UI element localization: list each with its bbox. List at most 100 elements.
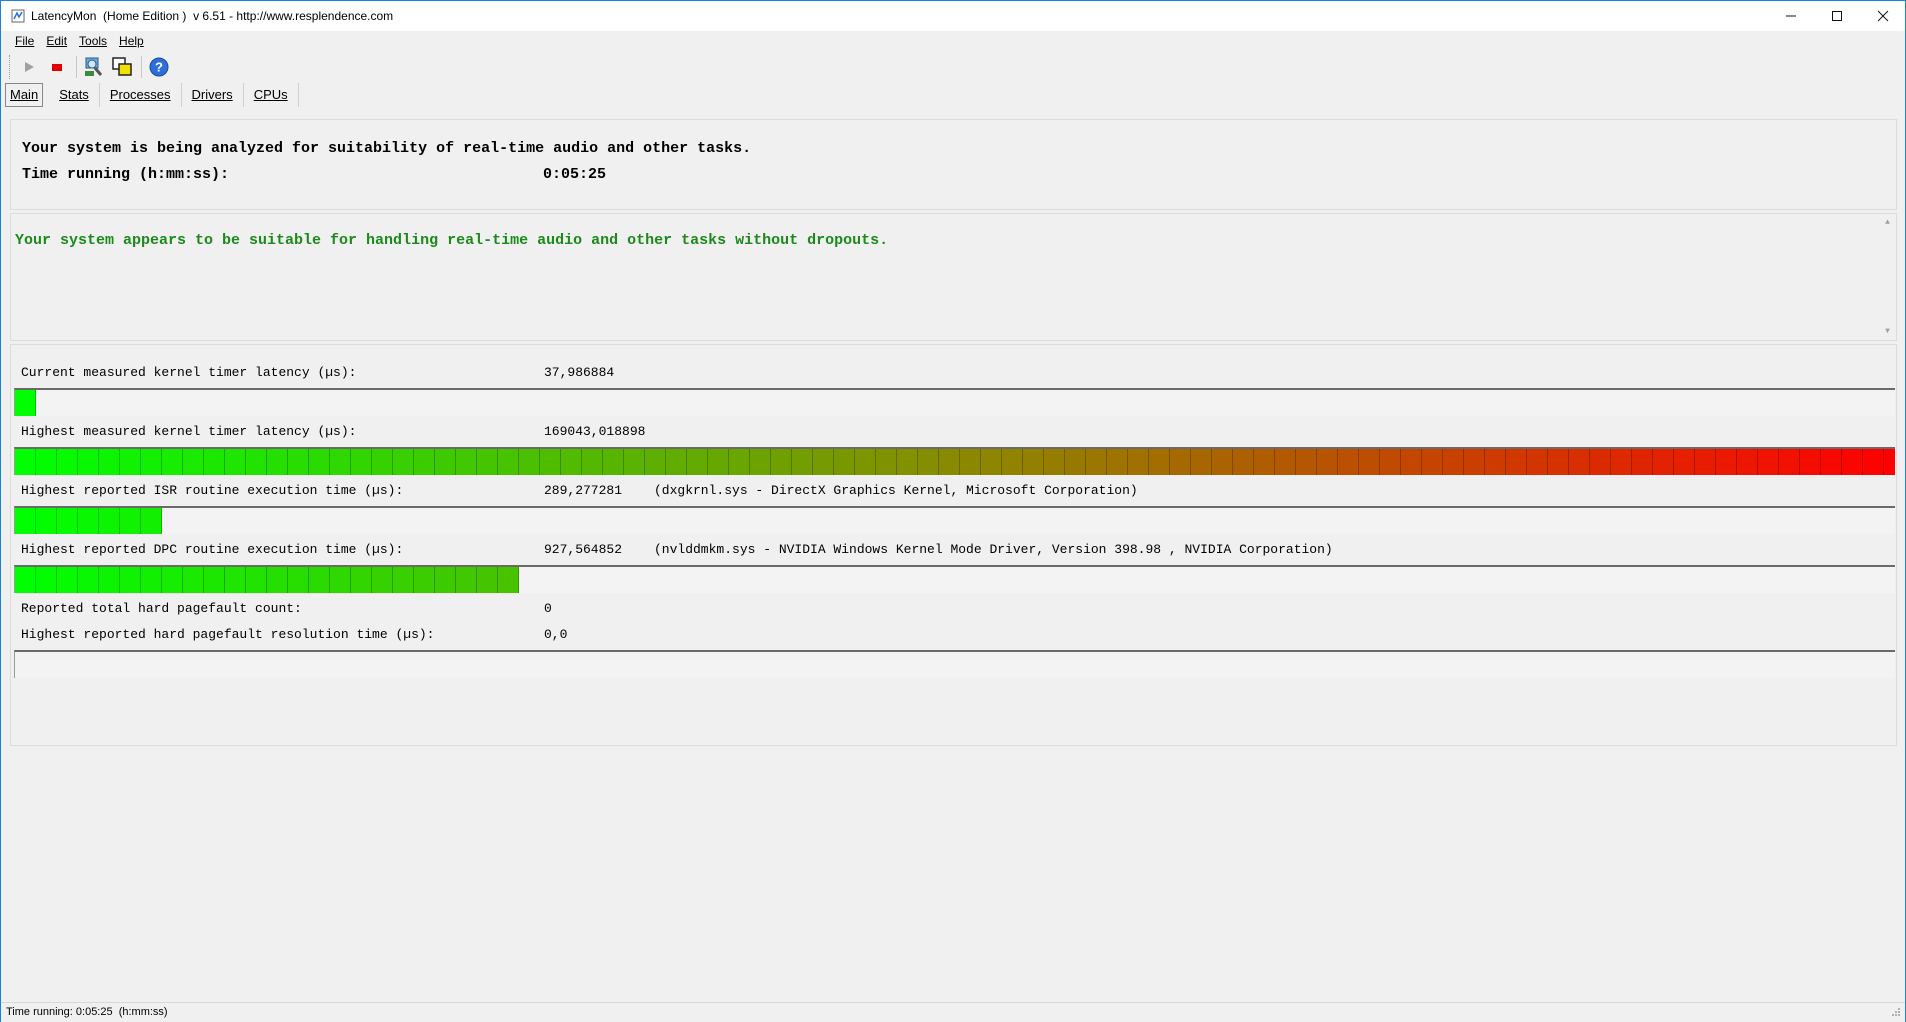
bar-segment [372,449,393,475]
pagefault-time-bar [14,650,1895,678]
bar-segment [141,567,162,593]
bar-segment [1884,449,1895,475]
bar-segment [183,567,204,593]
menu-tools[interactable]: Tools [73,33,113,51]
bar-segment [36,508,57,534]
window-title: LatencyMon (Home Edition ) v 6.51 - http… [31,9,394,23]
scroll-down-icon[interactable]: ▼ [1879,323,1896,340]
close-icon [1877,10,1889,22]
bar-segment [162,567,183,593]
bar-segment [792,449,813,475]
highest-latency-bar [14,447,1895,475]
bar-segment [99,449,120,475]
bar-segment [1254,449,1275,475]
bar-segment [246,449,267,475]
close-button[interactable] [1860,1,1906,31]
bar-segment [1821,449,1842,475]
bar-segment [1401,449,1422,475]
bar-segment [1590,449,1611,475]
bar-segment [1086,449,1107,475]
stats-panel: Current measured kernel timer latency (µ… [10,344,1897,746]
bar-segment [57,449,78,475]
bar-segment [897,449,918,475]
bar-segment [120,449,141,475]
tab-processes-label: Processes [109,87,171,102]
current-latency-label: Current measured kernel timer latency (µ… [21,365,357,380]
tab-drivers[interactable]: Drivers [182,83,244,107]
stop-button[interactable] [44,54,70,80]
resize-grip-icon[interactable] [1887,1005,1901,1019]
highest-latency-label: Highest measured kernel timer latency (µ… [21,424,357,439]
maximize-button[interactable] [1814,1,1860,31]
menu-file-label: File [15,34,35,48]
bar-segment [960,449,981,475]
highest-dpc-value: 927,564852 [544,542,623,557]
minimize-button[interactable] [1768,1,1814,31]
bar-segment [309,567,330,593]
bar-segment [771,449,792,475]
menu-help[interactable]: Help [113,33,150,51]
status-text: Time running: 0:05:25 (h:mm:ss) [6,1006,168,1018]
help-icon: ? [149,57,169,77]
stop-icon [52,64,62,71]
bar-segment [204,567,225,593]
bar-segment [834,449,855,475]
windows-button[interactable] [109,54,135,80]
bar-segment [330,449,351,475]
menu-help-label: Help [119,34,144,48]
highest-dpc-label: Highest reported DPC routine execution t… [21,542,404,557]
bar-segment [1317,449,1338,475]
bar-segment [981,449,1002,475]
bar-segment [1338,449,1359,475]
bar-segment [540,449,561,475]
verdict-panel[interactable]: Your system appears to be suitable for h… [10,213,1897,341]
menu-edit[interactable]: Edit [40,33,73,51]
bar-segment [414,567,435,593]
bar-segment [1674,449,1695,475]
app-icon [11,9,25,23]
bar-segment [1443,449,1464,475]
bar-segment [141,508,162,534]
bar-segment [1653,449,1674,475]
driver-search-icon [85,57,103,76]
bar-segment [750,449,771,475]
minimize-icon [1786,15,1796,17]
highest-latency-bar-fill [15,449,1895,475]
bar-segment [1779,449,1800,475]
highest-isr-bar-fill [15,508,162,534]
driver-search-button[interactable] [81,54,107,80]
bar-segment [1170,449,1191,475]
bar-segment [204,449,225,475]
bar-segment [15,390,36,416]
tab-stats[interactable]: Stats [49,83,100,107]
bar-segment [351,449,372,475]
tab-main-label: Main [10,87,39,102]
menu-file[interactable]: File [9,33,40,51]
scroll-up-icon[interactable]: ▲ [1879,214,1896,231]
highest-isr-label: Highest reported ISR routine execution t… [21,483,404,498]
bar-segment [141,449,162,475]
bar-segment [414,449,435,475]
bar-segment [78,567,99,593]
tab-cpus-label: CPUs [253,87,288,102]
tab-drivers-label: Drivers [191,87,233,102]
highest-isr-value: 289,277281 [544,483,623,498]
help-button[interactable]: ? [146,54,172,80]
tab-strip: Main Stats Processes Drivers CPUs [5,83,299,109]
start-button[interactable] [16,54,42,80]
bar-segment [162,449,183,475]
maximize-icon [1832,11,1842,21]
bar-segment [1422,449,1443,475]
bar-segment [477,449,498,475]
verdict-scrollbar[interactable]: ▲ ▼ [1879,214,1896,340]
bar-segment [1044,449,1065,475]
tab-processes[interactable]: Processes [100,83,182,107]
bar-segment [183,449,204,475]
bar-segment [1464,449,1485,475]
toolbar-grip[interactable] [9,55,12,79]
bar-segment [1107,449,1128,475]
bar-segment [1149,449,1170,475]
tab-main[interactable]: Main [5,83,44,107]
tab-cpus[interactable]: CPUs [244,83,299,107]
bar-segment [876,449,897,475]
